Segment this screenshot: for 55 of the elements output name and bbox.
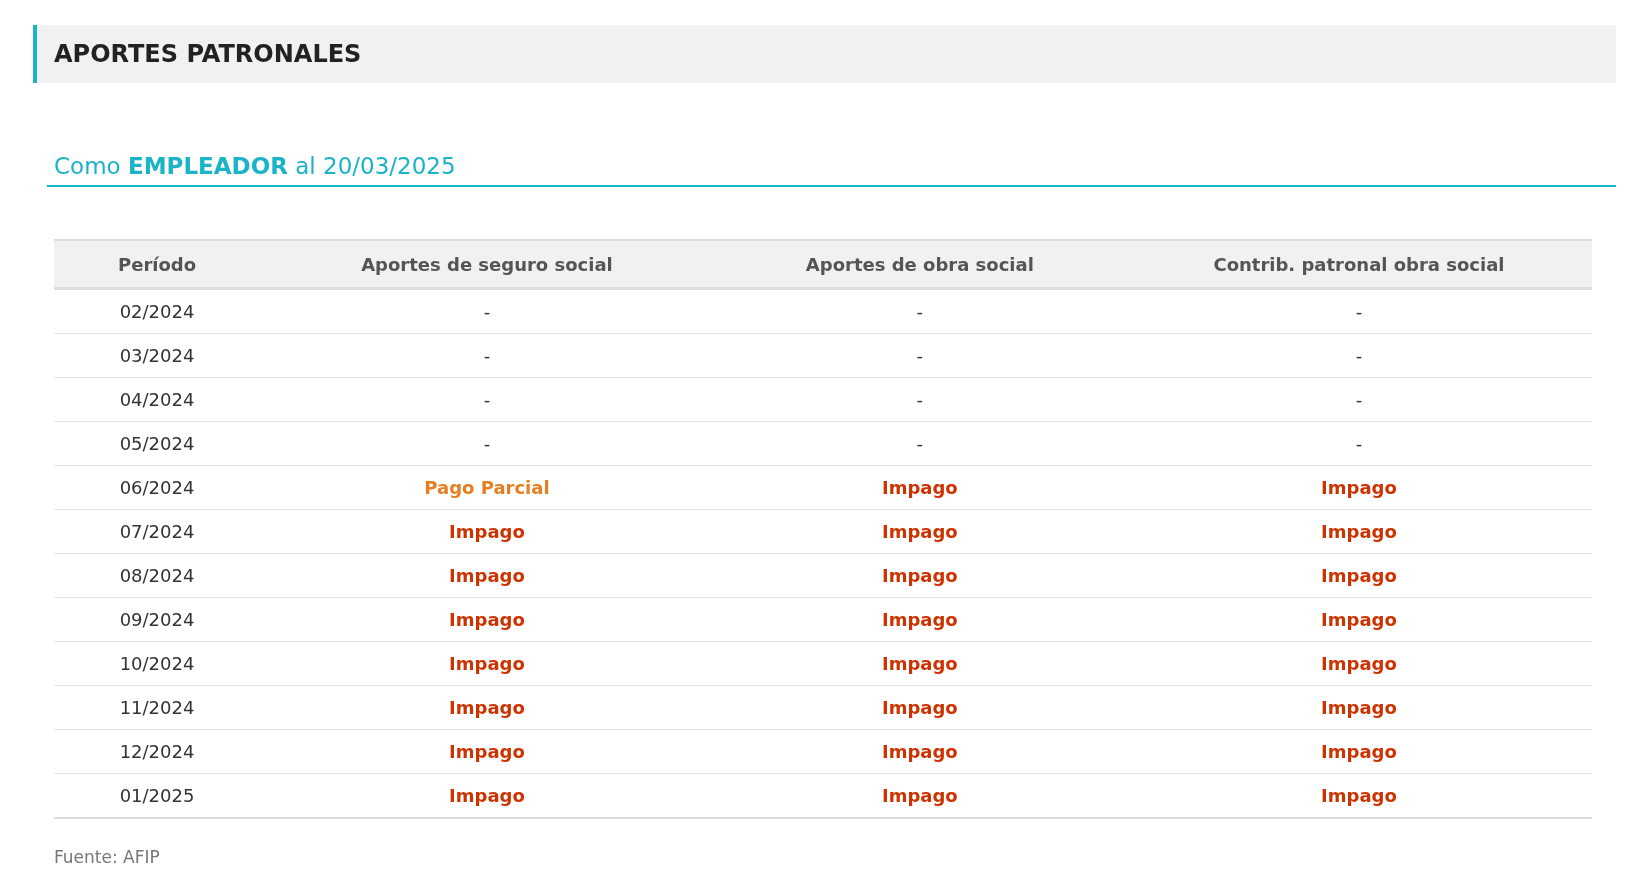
table-cell: Impago xyxy=(713,729,1126,774)
column-header: Contrib. patronal obra social xyxy=(1125,240,1592,289)
table-cell: 08/2024 xyxy=(54,553,261,598)
table-cell: - xyxy=(260,421,714,466)
table-cell: - xyxy=(260,377,714,422)
table-cell: - xyxy=(1125,333,1592,378)
table-cell: 05/2024 xyxy=(54,421,261,466)
table-cell: Impago xyxy=(713,509,1126,554)
source-note: Fuente: AFIP xyxy=(54,847,161,867)
table-cell: - xyxy=(713,288,1126,334)
table-cell: Impago xyxy=(713,597,1126,642)
table-cell: - xyxy=(1125,288,1592,334)
table-cell: Impago xyxy=(1125,553,1592,598)
table-cell: Impago xyxy=(260,729,714,774)
section-title: APORTES PATRONALES xyxy=(33,25,1616,83)
table-cell: - xyxy=(713,421,1126,466)
table-cell: Impago xyxy=(1125,465,1592,510)
table-cell: - xyxy=(713,333,1126,378)
table-cell: Impago xyxy=(260,553,714,598)
column-header: Período xyxy=(54,240,261,289)
table-cell: 12/2024 xyxy=(54,729,261,774)
table-cell: Impago xyxy=(260,597,714,642)
table-cell: Impago xyxy=(713,553,1126,598)
table-cell: 01/2025 xyxy=(54,773,261,818)
table-cell: Impago xyxy=(713,773,1126,818)
subtitle: Como EMPLEADOR al 20/03/2025 xyxy=(47,153,1616,187)
table-cell: 07/2024 xyxy=(54,509,261,554)
table-cell: 11/2024 xyxy=(54,685,261,730)
table-cell: 04/2024 xyxy=(54,377,261,422)
table-cell: - xyxy=(1125,421,1592,466)
column-header: Aportes de obra social xyxy=(713,240,1126,289)
table-cell: Impago xyxy=(713,685,1126,730)
table-cell: - xyxy=(260,288,714,334)
table-cell: - xyxy=(713,377,1126,422)
table-cell: 10/2024 xyxy=(54,641,261,686)
table-cell: Impago xyxy=(260,685,714,730)
table-cell: 09/2024 xyxy=(54,597,261,642)
table-cell: Impago xyxy=(260,773,714,818)
table-cell: Impago xyxy=(713,641,1126,686)
table-cell: Impago xyxy=(1125,641,1592,686)
table-cell: Impago xyxy=(713,465,1126,510)
table-cell: Impago xyxy=(1125,685,1592,730)
table-cell: 03/2024 xyxy=(54,333,261,378)
table-cell: Impago xyxy=(260,509,714,554)
table-cell: - xyxy=(260,333,714,378)
table-cell: 06/2024 xyxy=(54,465,261,510)
table-cell: - xyxy=(1125,377,1592,422)
table-cell: Impago xyxy=(1125,509,1592,554)
table-cell: Impago xyxy=(1125,597,1592,642)
table-cell: Pago Parcial xyxy=(260,465,714,510)
table-cell: Impago xyxy=(260,641,714,686)
table-cell: Impago xyxy=(1125,773,1592,818)
table-cell: Impago xyxy=(1125,729,1592,774)
table-cell: 02/2024 xyxy=(54,288,261,334)
column-header: Aportes de seguro social xyxy=(260,240,714,289)
